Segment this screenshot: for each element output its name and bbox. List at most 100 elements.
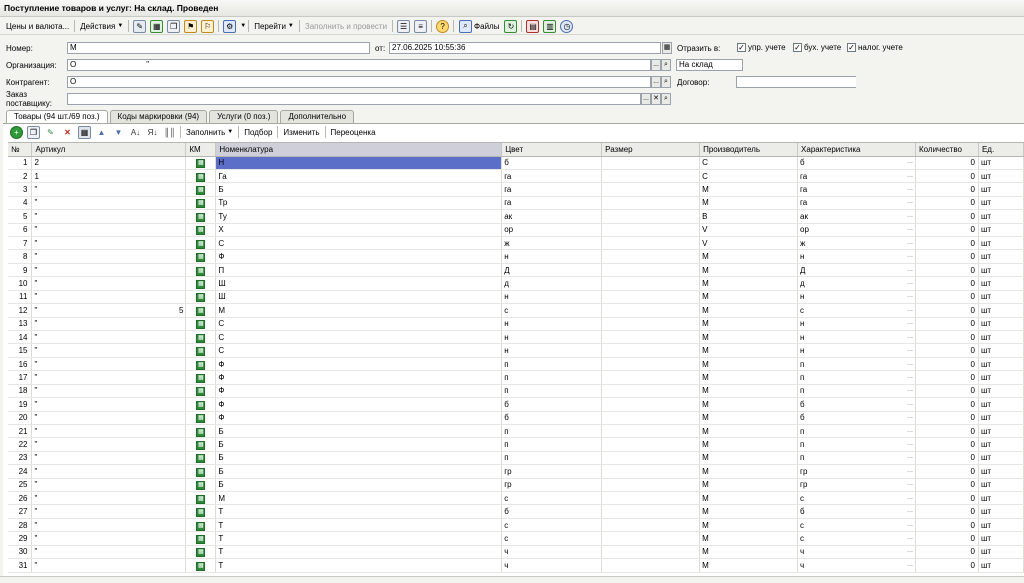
print-pdf-icon[interactable]: ▤ xyxy=(526,19,540,33)
cell-article[interactable]: " xyxy=(31,357,187,372)
cell-characteristic[interactable]: д... xyxy=(797,276,916,291)
table-row[interactable]: 26 " ▦ Мс Мс... 0 шт xyxy=(8,491,1024,506)
cell-nomenclature[interactable]: Т xyxy=(215,518,503,533)
cell-km[interactable]: ▦ xyxy=(185,196,217,211)
col-header-size[interactable]: Размер xyxy=(601,143,701,157)
cell-size[interactable] xyxy=(601,478,701,493)
cell-article[interactable]: " xyxy=(31,451,187,466)
cell-unit[interactable]: шт xyxy=(978,263,1024,278)
order-search-icon[interactable]: ⌕ xyxy=(661,93,671,105)
cell-unit[interactable]: шт xyxy=(978,330,1024,345)
cell-quantity[interactable]: 0 xyxy=(915,558,979,573)
cell-quantity[interactable]: 0 xyxy=(915,370,979,385)
cell-manufacturer[interactable]: М xyxy=(699,384,799,399)
cell-size[interactable] xyxy=(601,236,701,251)
cell-km[interactable]: ▦ xyxy=(185,156,217,170)
cell-article[interactable]: " xyxy=(31,518,187,533)
cell-characteristic[interactable]: га... xyxy=(797,182,916,197)
cell-nomenclature[interactable]: Ф xyxy=(215,370,503,385)
table-row[interactable]: 9 " ▦ П Д М Д... 0 шт xyxy=(8,263,1024,278)
fill-and-post-button[interactable]: Заполнить и провести xyxy=(302,19,390,34)
cell-km[interactable]: ▦ xyxy=(185,397,217,412)
cell-color[interactable]: с xyxy=(501,518,603,533)
cell-color[interactable]: н xyxy=(501,343,603,358)
cell-km[interactable]: ▦ xyxy=(185,504,217,519)
cell-manufacturer[interactable]: М xyxy=(699,317,799,332)
cell-color[interactable]: с xyxy=(501,531,603,546)
number-field[interactable]: М xyxy=(67,42,370,54)
cell-characteristic[interactable]: п... xyxy=(797,384,916,399)
cell-km[interactable]: ▦ xyxy=(185,223,217,238)
cell-color[interactable]: п xyxy=(501,424,603,439)
cell-characteristic[interactable]: Д... xyxy=(797,263,916,278)
cell-number[interactable]: 15 xyxy=(8,343,33,358)
cell-characteristic[interactable]: б... xyxy=(797,504,916,519)
cell-nomenclature[interactable]: Тр xyxy=(215,196,503,211)
cell-color[interactable]: н xyxy=(501,330,603,345)
cell-number[interactable]: 12 xyxy=(8,303,33,318)
cell-quantity[interactable]: 0 xyxy=(915,156,979,170)
table-row[interactable]: 2 1 ▦ Га га Сга... 0 шт xyxy=(8,169,1024,184)
cell-number[interactable]: 25 xyxy=(8,478,33,493)
cell-color[interactable]: га xyxy=(501,182,603,197)
calendar-icon[interactable]: ▦ xyxy=(662,42,672,54)
cell-size[interactable] xyxy=(601,464,701,479)
cell-unit[interactable]: шт xyxy=(978,370,1024,385)
cell-quantity[interactable]: 0 xyxy=(915,303,979,318)
sort-desc-icon[interactable]: Я↓ xyxy=(146,126,159,139)
cell-article[interactable]: " 5 xyxy=(31,303,187,318)
cell-nomenclature[interactable]: Ш xyxy=(215,276,503,291)
cell-article[interactable]: 1 xyxy=(31,169,187,184)
cell-nomenclature[interactable]: Б xyxy=(215,464,503,479)
cell-number[interactable]: 31 xyxy=(8,558,33,573)
table-row[interactable]: 24 " ▦ Бгр Мгр... 0 шт xyxy=(8,464,1024,479)
cell-unit[interactable]: шт xyxy=(978,357,1024,372)
cell-unit[interactable]: шт xyxy=(978,343,1024,358)
cell-characteristic[interactable]: н... xyxy=(797,290,916,305)
cell-characteristic[interactable]: п... xyxy=(797,424,916,439)
col-header-article[interactable]: Артикул xyxy=(31,143,187,157)
cell-color[interactable]: ак xyxy=(501,209,603,224)
cell-size[interactable] xyxy=(601,504,701,519)
cell-nomenclature[interactable]: Ф xyxy=(215,411,503,425)
cell-quantity[interactable]: 0 xyxy=(915,504,979,519)
cell-article[interactable]: " xyxy=(31,397,187,412)
change-button[interactable]: Изменить xyxy=(280,125,322,140)
cell-nomenclature[interactable]: П xyxy=(215,263,503,278)
cell-manufacturer[interactable]: М xyxy=(699,276,799,291)
cell-km[interactable]: ▦ xyxy=(185,343,217,358)
cell-unit[interactable]: шт xyxy=(978,169,1024,184)
cell-quantity[interactable]: 0 xyxy=(915,236,979,251)
cell-unit[interactable]: шт xyxy=(978,491,1024,506)
actions-menu-button[interactable]: Действия ▼ xyxy=(77,19,126,34)
cell-color[interactable]: н xyxy=(501,317,603,332)
cell-characteristic[interactable]: н... xyxy=(797,343,916,358)
cell-characteristic[interactable]: п... xyxy=(797,437,916,452)
cell-km[interactable]: ▦ xyxy=(185,478,217,493)
cell-manufacturer[interactable]: V xyxy=(699,223,799,238)
cell-nomenclature[interactable]: Ф xyxy=(215,397,503,412)
cell-size[interactable] xyxy=(601,276,701,291)
cell-size[interactable] xyxy=(601,330,701,345)
cell-nomenclature[interactable]: Б xyxy=(215,182,503,197)
cell-manufacturer[interactable]: М xyxy=(699,343,799,358)
col-header-color[interactable]: Цвет xyxy=(501,143,603,157)
move-down-icon[interactable]: ▼ xyxy=(112,126,125,139)
cell-nomenclature[interactable]: Н xyxy=(215,156,503,170)
cell-unit[interactable]: шт xyxy=(978,437,1024,452)
table-row[interactable]: 17 " ▦ Фп Мп... 0 шт xyxy=(8,370,1024,385)
order-select-button[interactable]: ... xyxy=(641,93,651,105)
cell-manufacturer[interactable]: С xyxy=(699,169,799,184)
cell-color[interactable]: д xyxy=(501,276,603,291)
cell-nomenclature[interactable]: С xyxy=(215,317,503,332)
end-edit-icon[interactable]: ▦ xyxy=(78,125,91,139)
cell-manufacturer[interactable]: М xyxy=(699,464,799,479)
cell-characteristic[interactable]: ж... xyxy=(797,236,916,251)
table-row[interactable]: 10 " ▦ Шд Мд... 0 шт xyxy=(8,276,1024,291)
cell-characteristic[interactable]: п... xyxy=(797,357,916,372)
cell-size[interactable] xyxy=(601,223,701,238)
cell-nomenclature[interactable]: С xyxy=(215,330,503,345)
cell-quantity[interactable]: 0 xyxy=(915,223,979,238)
cell-number[interactable]: 6 xyxy=(8,223,33,238)
cell-unit[interactable]: шт xyxy=(978,156,1024,170)
